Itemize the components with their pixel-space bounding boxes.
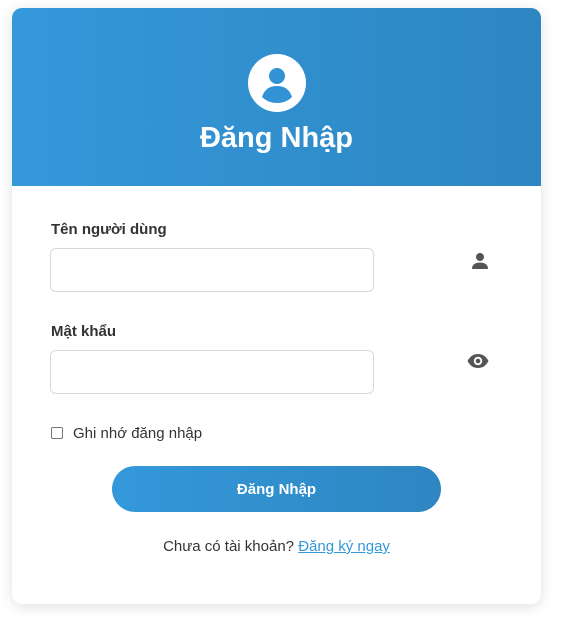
user-circle-icon (248, 54, 306, 112)
username-input[interactable] (50, 248, 374, 292)
login-card: Đăng Nhập Tên người dùng Mật khẩu Ghi nh… (12, 8, 541, 604)
user-icon (472, 253, 488, 269)
remember-me-checkbox[interactable] (51, 427, 63, 439)
register-prompt-text: Chưa có tài khoản? (163, 538, 295, 555)
page-title: Đăng Nhập (199, 122, 354, 154)
login-header: Đăng Nhập (12, 8, 541, 186)
register-prompt: Chưa có tài khoản? Đăng ký ngay (12, 538, 541, 555)
remember-me-label: Ghi nhớ đăng nhập (73, 424, 203, 442)
password-label: Mật khẩu (51, 323, 117, 340)
login-button[interactable]: Đăng Nhập (112, 466, 441, 512)
register-link[interactable]: Đăng ký ngay (298, 538, 390, 555)
password-input[interactable] (50, 350, 374, 394)
remember-me-row: Ghi nhớ đăng nhập (51, 423, 202, 443)
eye-icon[interactable] (466, 349, 490, 373)
username-label: Tên người dùng (51, 221, 167, 238)
